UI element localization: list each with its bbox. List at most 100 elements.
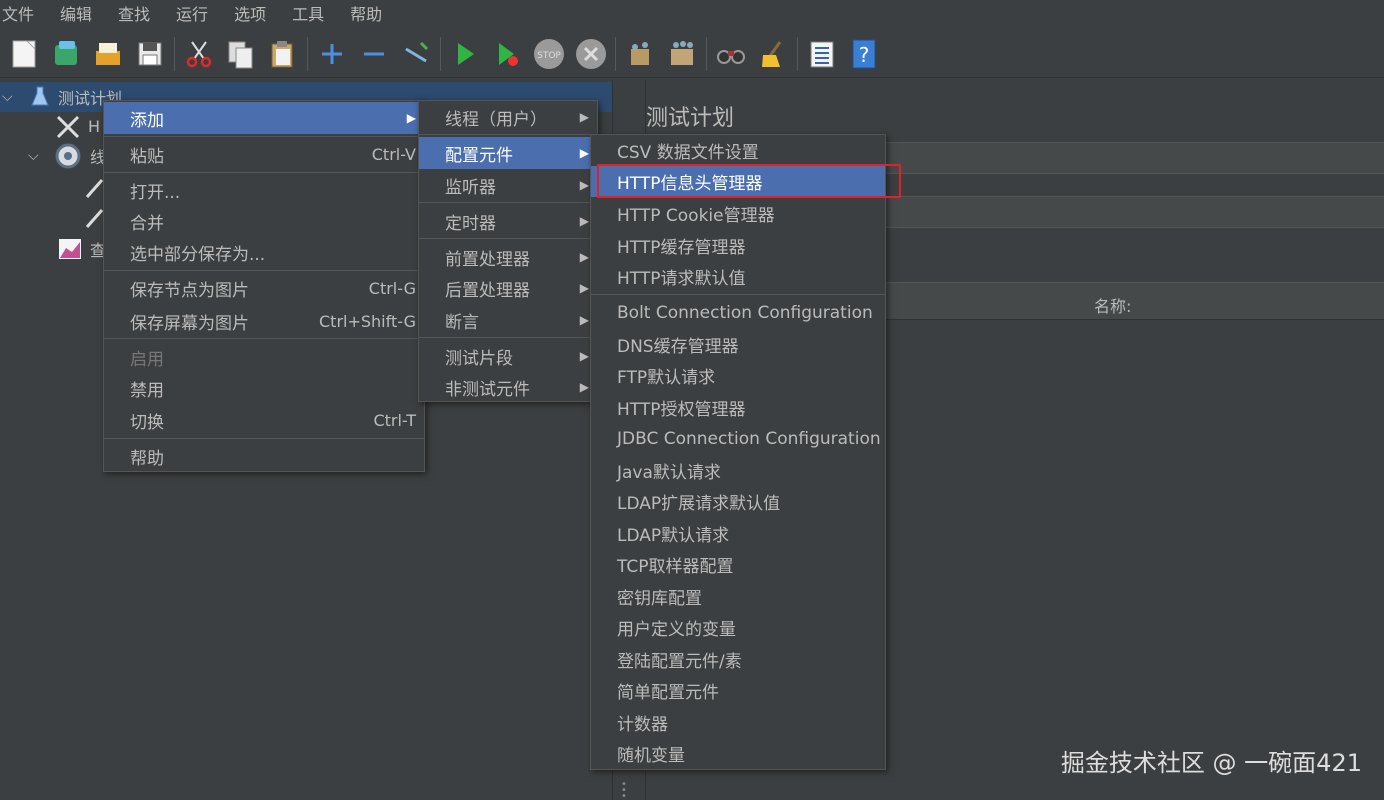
toggle-icon[interactable] [398, 36, 434, 72]
menu-item-label: HTTP Cookie管理器 [617, 206, 775, 226]
chevron-down-icon[interactable]: ⌵ [2, 89, 13, 105]
help-icon[interactable]: ? [846, 36, 882, 72]
menu-item-merge[interactable]: 合并 [104, 205, 424, 237]
menu-item-save-node-image[interactable]: 保存节点为图片 Ctrl-G [104, 272, 424, 304]
menu-item-user-defined-variables[interactable]: 用户定义的变量 [591, 612, 885, 643]
menu-item-counter[interactable]: 计数器 [591, 707, 885, 738]
templates-icon[interactable] [48, 36, 84, 72]
gear-icon [54, 142, 82, 174]
menu-run[interactable]: 运行 [176, 1, 220, 25]
menu-item-label: 添加 [130, 110, 164, 131]
chevron-right-icon: ▶ [579, 250, 589, 264]
menu-item-label: HTTP授权管理器 [617, 400, 746, 420]
menu-item-pre-processor[interactable]: 前置处理器 ▶ [419, 241, 597, 273]
menu-item-paste[interactable]: 粘贴 Ctrl-V [104, 138, 424, 170]
menu-item-label: 切换 [130, 412, 164, 433]
menu-item-label: 粘贴 [130, 146, 164, 167]
cut-icon[interactable] [181, 36, 217, 72]
menu-item-label: 登陆配置元件/素 [617, 652, 742, 672]
menu-item-help[interactable]: 帮助 [104, 440, 424, 472]
menu-item-label: Java默认请求 [617, 463, 721, 483]
menu-file[interactable]: 文件 [0, 1, 46, 25]
menu-item-save-screen-image[interactable]: 保存屏幕为图片 Ctrl+Shift-G [104, 305, 424, 337]
copy-icon[interactable] [223, 36, 259, 72]
menu-item-open[interactable]: 打开... [104, 174, 424, 206]
search-icon[interactable] [713, 36, 749, 72]
menu-item-label: 配置元件 [445, 145, 513, 166]
menu-item-post-processor[interactable]: 后置处理器 ▶ [419, 272, 597, 304]
menu-edit[interactable]: 编辑 [60, 1, 104, 25]
menu-item-shortcut: Ctrl+Shift-G [319, 311, 416, 331]
menu-item-http-auth-manager[interactable]: HTTP授权管理器 [591, 392, 885, 423]
menu-item-threads[interactable]: 线程（用户） ▶ [419, 101, 597, 133]
collapse-icon[interactable] [356, 36, 392, 72]
shutdown-icon[interactable] [573, 36, 609, 72]
expand-icon[interactable] [314, 36, 350, 72]
toolbar: STOP ? [0, 30, 1384, 78]
menu-item-csv-data-set[interactable]: CSV 数据文件设置 [591, 135, 885, 166]
menu-bar: 文件 编辑 查找 运行 选项 工具 帮助 [0, 0, 1384, 26]
clear-all-icon[interactable] [664, 36, 700, 72]
open-icon[interactable] [90, 36, 126, 72]
menu-item-label: TCP取样器配置 [617, 557, 734, 577]
chevron-down-icon[interactable]: ⌵ [28, 148, 39, 164]
new-icon[interactable] [6, 36, 42, 72]
menu-item-config-element[interactable]: 配置元件 ▶ [419, 137, 597, 169]
menu-item-http-cookie-manager[interactable]: HTTP Cookie管理器 [591, 198, 885, 229]
menu-item-login-config[interactable]: 登陆配置元件/素 [591, 644, 885, 675]
svg-text:STOP: STOP [537, 51, 561, 61]
menu-item-timer[interactable]: 定时器 ▶ [419, 205, 597, 237]
menu-item-label: 选中部分保存为... [130, 244, 266, 265]
context-menu: 添加 ▶ 粘贴 Ctrl-V 打开... 合并 选中部分保存为... 保存节点为… [103, 100, 425, 472]
menu-item-toggle[interactable]: 切换 Ctrl-T [104, 404, 424, 436]
menu-item-tcp-sampler-config[interactable]: TCP取样器配置 [591, 549, 885, 580]
start-icon[interactable] [447, 36, 483, 72]
function-helper-icon[interactable] [804, 36, 840, 72]
add-submenu: 线程（用户） ▶ 配置元件 ▶ 监听器 ▶ 定时器 ▶ 前置处理器 ▶ 后置处理… [418, 100, 598, 402]
menu-item-bolt-connection[interactable]: Bolt Connection Configuration [591, 297, 885, 328]
menu-item-dns-cache-manager[interactable]: DNS缓存管理器 [591, 329, 885, 360]
chevron-right-icon: ▶ [579, 178, 589, 192]
save-icon[interactable] [132, 36, 168, 72]
menu-item-label: 禁用 [130, 380, 164, 401]
reset-search-icon[interactable] [755, 36, 791, 72]
menu-item-random-variable[interactable]: 随机变量 [591, 738, 885, 769]
menu-search[interactable]: 查找 [118, 1, 162, 25]
menu-item-test-fragment[interactable]: 测试片段 ▶ [419, 340, 597, 372]
menu-item-label: HTTP缓存管理器 [617, 238, 746, 258]
menu-item-label: 随机变量 [617, 746, 685, 766]
paste-icon[interactable] [265, 36, 301, 72]
menu-item-simple-config[interactable]: 简单配置元件 [591, 675, 885, 706]
menu-item-enable: 启用 [104, 341, 424, 373]
menu-item-ldap-ext-defaults[interactable]: LDAP扩展请求默认值 [591, 486, 885, 517]
start-no-pause-icon[interactable] [489, 36, 525, 72]
chevron-right-icon: ▶ [579, 281, 589, 295]
menu-item-listener[interactable]: 监听器 ▶ [419, 169, 597, 201]
chevron-right-icon: ▶ [579, 110, 589, 124]
menu-item-assertion[interactable]: 断言 ▶ [419, 304, 597, 336]
menu-tools[interactable]: 工具 [292, 1, 336, 25]
menu-item-label: HTTP请求默认值 [617, 269, 746, 289]
menu-item-label: CSV 数据文件设置 [617, 143, 759, 163]
menu-item-add[interactable]: 添加 ▶ [104, 102, 424, 134]
clear-icon[interactable] [622, 36, 658, 72]
menu-item-label: 线程（用户） [445, 109, 547, 130]
stop-icon[interactable]: STOP [531, 36, 567, 72]
menu-item-label: 用户定义的变量 [617, 620, 736, 640]
menu-item-label: 监听器 [445, 177, 496, 198]
menu-item-keystore-config[interactable]: 密钥库配置 [591, 581, 885, 612]
menu-item-java-defaults[interactable]: Java默认请求 [591, 455, 885, 486]
menu-item-disable[interactable]: 禁用 [104, 372, 424, 404]
menu-item-non-test-element[interactable]: 非测试元件 ▶ [419, 371, 597, 403]
menu-item-http-request-defaults[interactable]: HTTP请求默认值 [591, 261, 885, 292]
menu-item-jdbc-connection[interactable]: JDBC Connection Configuration [591, 423, 885, 454]
menu-item-shortcut: Ctrl-G [368, 278, 416, 298]
menu-item-save-selection[interactable]: 选中部分保存为... [104, 236, 424, 268]
menu-options[interactable]: 选项 [234, 1, 278, 25]
menu-item-http-cache-manager[interactable]: HTTP缓存管理器 [591, 230, 885, 261]
menu-item-label: 非测试元件 [445, 379, 530, 400]
menu-item-ldap-defaults[interactable]: LDAP默认请求 [591, 518, 885, 549]
menu-item-ftp-defaults[interactable]: FTP默认请求 [591, 360, 885, 391]
menu-item-shortcut: Ctrl-T [373, 410, 416, 430]
menu-help[interactable]: 帮助 [350, 1, 394, 25]
